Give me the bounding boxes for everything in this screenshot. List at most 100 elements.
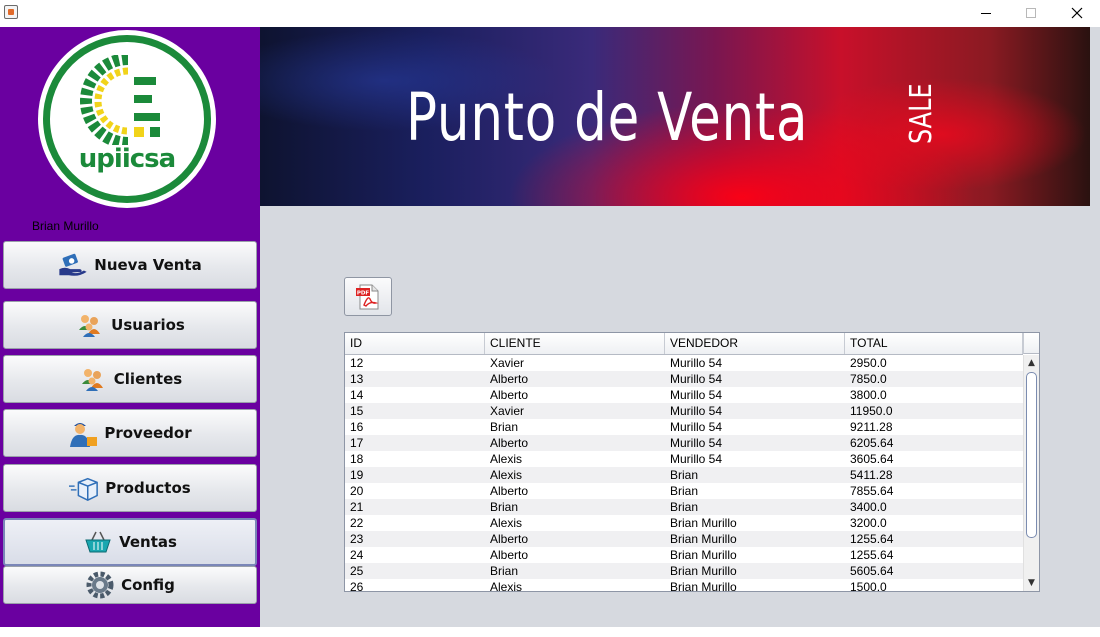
cell-id[interactable]: 12	[345, 355, 485, 371]
cell-cliente[interactable]: Alberto	[485, 547, 665, 563]
cell-cliente[interactable]: Alberto	[485, 531, 665, 547]
scrollbar-thumb[interactable]	[1026, 372, 1037, 538]
cell-cliente[interactable]: Alberto	[485, 371, 665, 387]
column-header-cliente[interactable]: CLIENTE	[485, 333, 665, 354]
cell-total[interactable]: 9211.28	[845, 419, 1023, 435]
cell-total[interactable]: 3605.64	[845, 451, 1023, 467]
cell-vendedor[interactable]: Brian	[665, 499, 845, 515]
cell-vendedor[interactable]: Brian Murillo	[665, 579, 845, 591]
proveedor-label: Proveedor	[104, 424, 192, 442]
table-row[interactable]: 15 Xavier Murillo 54 11950.0	[345, 403, 1023, 419]
column-header-id[interactable]: ID	[345, 333, 485, 354]
minimize-icon	[981, 13, 991, 14]
cell-cliente[interactable]: Brian	[485, 419, 665, 435]
cell-cliente[interactable]: Brian	[485, 499, 665, 515]
table-row[interactable]: 16 Brian Murillo 54 9211.28	[345, 419, 1023, 435]
usuarios-button[interactable]: Usuarios	[3, 301, 257, 349]
cell-cliente[interactable]: Xavier	[485, 403, 665, 419]
table-row[interactable]: 23 Alberto Brian Murillo 1255.64	[345, 531, 1023, 547]
productos-label: Productos	[105, 479, 191, 497]
table-row[interactable]: 18 Alexis Murillo 54 3605.64	[345, 451, 1023, 467]
cell-id[interactable]: 26	[345, 579, 485, 591]
cell-total[interactable]: 7850.0	[845, 371, 1023, 387]
cell-id[interactable]: 14	[345, 387, 485, 403]
cell-cliente[interactable]: Alexis	[485, 515, 665, 531]
cell-id[interactable]: 23	[345, 531, 485, 547]
table-row[interactable]: 26 Alexis Brian Murillo 1500.0	[345, 579, 1023, 591]
cell-cliente[interactable]: Alexis	[485, 467, 665, 483]
cell-cliente[interactable]: Alberto	[485, 435, 665, 451]
column-header-total[interactable]: TOTAL	[845, 333, 1023, 354]
cell-vendedor[interactable]: Brian Murillo	[665, 547, 845, 563]
cell-id[interactable]: 21	[345, 499, 485, 515]
nueva-venta-button[interactable]: Nueva Venta	[3, 241, 257, 289]
cell-id[interactable]: 25	[345, 563, 485, 579]
ventas-button[interactable]: Ventas	[3, 518, 257, 566]
table-row[interactable]: 21 Brian Brian 3400.0	[345, 499, 1023, 515]
productos-button[interactable]: Productos	[3, 464, 257, 512]
cell-vendedor[interactable]: Murillo 54	[665, 355, 845, 371]
cell-cliente[interactable]: Alexis	[485, 579, 665, 591]
table-row[interactable]: 24 Alberto Brian Murillo 1255.64	[345, 547, 1023, 563]
banner-title: Punto de Venta	[406, 79, 809, 156]
cell-id[interactable]: 13	[345, 371, 485, 387]
cell-total[interactable]: 3200.0	[845, 515, 1023, 531]
cell-id[interactable]: 18	[345, 451, 485, 467]
cell-total[interactable]: 1500.0	[845, 579, 1023, 591]
cell-vendedor[interactable]: Murillo 54	[665, 371, 845, 387]
cell-total[interactable]: 7855.64	[845, 483, 1023, 499]
config-button[interactable]: Config	[3, 566, 257, 604]
minimize-button[interactable]	[963, 0, 1009, 26]
pdf-icon: PDF	[356, 284, 379, 309]
cell-vendedor[interactable]: Brian Murillo	[665, 563, 845, 579]
cell-id[interactable]: 16	[345, 419, 485, 435]
cell-cliente[interactable]: Alexis	[485, 451, 665, 467]
cell-vendedor[interactable]: Brian Murillo	[665, 531, 845, 547]
table-row[interactable]: 19 Alexis Brian 5411.28	[345, 467, 1023, 483]
cell-vendedor[interactable]: Murillo 54	[665, 435, 845, 451]
cell-total[interactable]: 1255.64	[845, 547, 1023, 563]
cell-vendedor[interactable]: Murillo 54	[665, 451, 845, 467]
cell-vendedor[interactable]: Murillo 54	[665, 403, 845, 419]
column-header-vendedor[interactable]: VENDEDOR	[665, 333, 845, 354]
cell-cliente[interactable]: Brian	[485, 563, 665, 579]
table-row[interactable]: 12 Xavier Murillo 54 2950.0	[345, 355, 1023, 371]
cell-total[interactable]: 6205.64	[845, 435, 1023, 451]
proveedor-button[interactable]: Proveedor	[3, 409, 257, 457]
cell-id[interactable]: 15	[345, 403, 485, 419]
cell-cliente[interactable]: Alberto	[485, 483, 665, 499]
scroll-down-arrow-icon[interactable]: ▼	[1024, 575, 1039, 591]
cell-total[interactable]: 3400.0	[845, 499, 1023, 515]
basket-icon	[83, 527, 113, 557]
cell-id[interactable]: 22	[345, 515, 485, 531]
cell-vendedor[interactable]: Brian Murillo	[665, 515, 845, 531]
cell-id[interactable]: 24	[345, 547, 485, 563]
table-row[interactable]: 17 Alberto Murillo 54 6205.64	[345, 435, 1023, 451]
cell-vendedor[interactable]: Brian	[665, 467, 845, 483]
scroll-up-arrow-icon[interactable]: ▲	[1024, 355, 1039, 371]
cell-vendedor[interactable]: Murillo 54	[665, 419, 845, 435]
cell-cliente[interactable]: Alberto	[485, 387, 665, 403]
cell-id[interactable]: 19	[345, 467, 485, 483]
close-button[interactable]	[1054, 0, 1100, 26]
export-pdf-button[interactable]: PDF	[344, 277, 392, 316]
cell-total[interactable]: 5411.28	[845, 467, 1023, 483]
table-row[interactable]: 22 Alexis Brian Murillo 3200.0	[345, 515, 1023, 531]
table-row[interactable]: 25 Brian Brian Murillo 5605.64	[345, 563, 1023, 579]
table-row[interactable]: 14 Alberto Murillo 54 3800.0	[345, 387, 1023, 403]
table-row[interactable]: 20 Alberto Brian 7855.64	[345, 483, 1023, 499]
maximize-button[interactable]	[1008, 0, 1054, 26]
clientes-button[interactable]: Clientes	[3, 355, 257, 403]
table-row[interactable]: 13 Alberto Murillo 54 7850.0	[345, 371, 1023, 387]
cell-vendedor[interactable]: Murillo 54	[665, 387, 845, 403]
cell-total[interactable]: 11950.0	[845, 403, 1023, 419]
cell-id[interactable]: 17	[345, 435, 485, 451]
cell-id[interactable]: 20	[345, 483, 485, 499]
table-scrollbar[interactable]: ▲ ▼	[1023, 355, 1039, 591]
cell-cliente[interactable]: Xavier	[485, 355, 665, 371]
cell-total[interactable]: 5605.64	[845, 563, 1023, 579]
cell-total[interactable]: 2950.0	[845, 355, 1023, 371]
cell-total[interactable]: 3800.0	[845, 387, 1023, 403]
cell-vendedor[interactable]: Brian	[665, 483, 845, 499]
cell-total[interactable]: 1255.64	[845, 531, 1023, 547]
